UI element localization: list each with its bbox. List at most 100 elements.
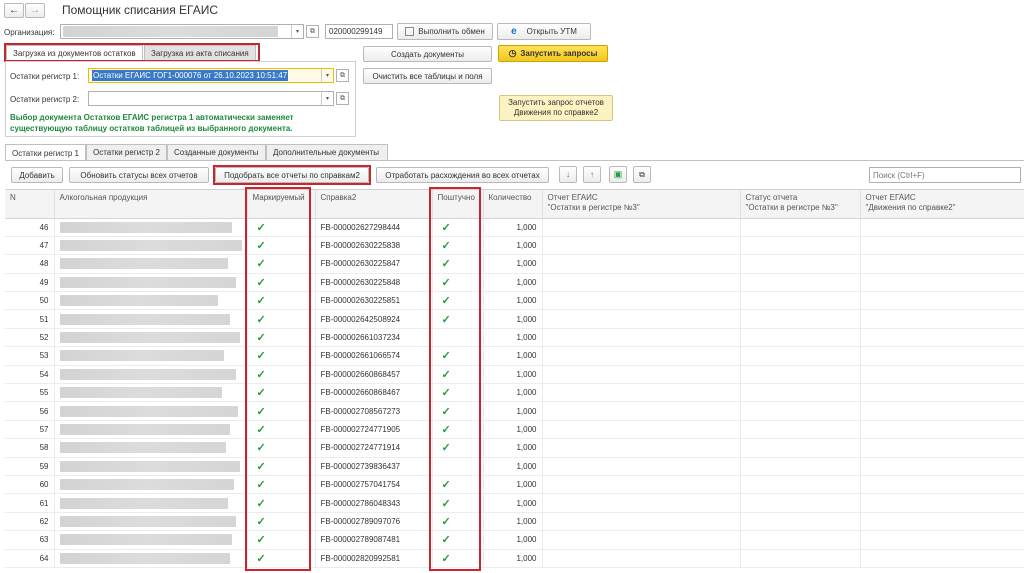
col-ref2[interactable]: Справка2 <box>315 190 433 219</box>
back-button[interactable]: ← <box>4 3 24 18</box>
col-marked[interactable]: Маркируемый <box>247 190 316 219</box>
table-row[interactable]: 60 ✓ FB-000002757041754 ✓ 1,000 <box>5 475 1024 495</box>
sort-asc-button[interactable]: ↓ <box>559 166 577 183</box>
update-statuses-button[interactable]: Обновить статусы всех отчетов <box>69 167 209 183</box>
cell-ref2: FB-000002820992581 <box>315 549 433 568</box>
col-n[interactable]: N <box>5 190 55 219</box>
cell-ref2: FB-000002630225838 <box>315 236 433 256</box>
add-button[interactable]: Добавить <box>11 167 63 183</box>
cell-marked: ✓ <box>247 309 316 329</box>
cell-product <box>54 438 248 458</box>
remainders-table: N Алкогольная продукция Маркируемый Спра… <box>5 190 1024 568</box>
cell-report1 <box>542 549 741 568</box>
cell-n: 59 <box>5 457 55 476</box>
open-icon: ⧉ <box>340 71 345 79</box>
check-icon: ✓ <box>256 460 266 473</box>
cell-piece: ✓ <box>432 438 484 458</box>
table-row[interactable]: 54 ✓ FB-000002660868457 ✓ 1,000 <box>5 365 1024 385</box>
product-redacted <box>59 552 230 564</box>
chevron-down-icon[interactable]: ▾ <box>321 69 333 82</box>
create-documents-button[interactable]: Создать документы <box>363 46 492 62</box>
chevron-down-icon[interactable]: ▾ <box>321 92 333 105</box>
pick-reports-button[interactable]: Подобрать все отчеты по справкам2 <box>215 167 369 183</box>
table-row[interactable]: 63 ✓ FB-000002789087481 ✓ 1,000 <box>5 530 1024 550</box>
cell-report2 <box>860 254 1024 274</box>
col-qty[interactable]: Количество <box>483 190 543 219</box>
open-utm-button[interactable]: e Открыть УТМ <box>497 23 591 40</box>
run-queries-button[interactable]: ◷ Запустить запросы <box>498 45 608 62</box>
table-row[interactable]: 55 ✓ FB-000002660868467 ✓ 1,000 <box>5 383 1024 403</box>
cell-qty: 1,000 <box>483 457 543 476</box>
tab-register2[interactable]: Остатки регистр 2 <box>86 144 167 160</box>
cell-n: 51 <box>5 309 55 329</box>
table-row[interactable]: 57 ✓ FB-000002724771905 ✓ 1,000 <box>5 420 1024 440</box>
cell-ref2: FB-000002786048343 <box>315 493 433 513</box>
cell-n: 52 <box>5 328 55 348</box>
table-row[interactable]: 48 ✓ FB-000002630225847 ✓ 1,000 <box>5 254 1024 274</box>
chevron-down-icon[interactable]: ▾ <box>291 25 303 38</box>
refresh-button[interactable]: ▣ <box>609 166 627 183</box>
search-input[interactable] <box>869 167 1021 183</box>
tab-load-from-writeoff[interactable]: Загрузка из акта списания <box>144 45 256 60</box>
forward-button[interactable]: → <box>25 3 45 18</box>
clear-all-button[interactable]: Очистить все таблицы и поля <box>363 68 492 84</box>
tab-register1[interactable]: Остатки регистр 1 <box>5 144 86 161</box>
check-icon: ✓ <box>441 405 451 418</box>
check-icon: ✓ <box>256 479 266 492</box>
tab-load-from-remainders[interactable]: Загрузка из документов остатков <box>6 45 143 60</box>
table-row[interactable]: 46 ✓ FB-000002627298444 ✓ 1,000 <box>5 218 1024 237</box>
copy-button[interactable]: ⧉ <box>633 166 651 183</box>
table-row[interactable]: 64 ✓ FB-000002820992581 ✓ 1,000 <box>5 549 1024 568</box>
cell-qty: 1,000 <box>483 493 543 513</box>
col-report1[interactable]: Отчет ЕГАИС "Остатки в регистре №3" <box>542 190 741 219</box>
cell-status <box>740 309 861 329</box>
product-redacted <box>59 276 236 288</box>
cell-marked: ✓ <box>247 218 316 237</box>
run-report-queries-button[interactable]: Запустить запрос отчетов Движения по спр… <box>499 95 613 121</box>
cell-qty: 1,000 <box>483 365 543 385</box>
cell-report1 <box>542 420 741 440</box>
col-status[interactable]: Статус отчета "Остатки в регистре №3" <box>740 190 861 219</box>
col-report2[interactable]: Отчет ЕГАИС "Движения по справке2" <box>860 190 1024 219</box>
cell-piece: ✓ <box>432 346 484 366</box>
org-field[interactable]: ▾ <box>60 24 304 39</box>
table-row[interactable]: 49 ✓ FB-000002630225848 ✓ 1,000 <box>5 273 1024 293</box>
check-icon: ✓ <box>256 552 266 565</box>
table-row[interactable]: 53 ✓ FB-000002661066574 ✓ 1,000 <box>5 346 1024 366</box>
cell-marked: ✓ <box>247 401 316 421</box>
org-code-field[interactable]: 020000299149 <box>325 24 393 39</box>
table-row[interactable]: 51 ✓ FB-000002642508924 ✓ 1,000 <box>5 309 1024 329</box>
table-row[interactable]: 52 ✓ FB-000002661037234 1,000 <box>5 328 1024 348</box>
refresh-icon: ▣ <box>613 169 623 179</box>
process-diff-button[interactable]: Отработать расхождения во всех отчетах <box>376 167 549 183</box>
open-org-button[interactable]: ⧉ <box>306 25 319 38</box>
tab-created-documents[interactable]: Созданные документы <box>167 144 266 160</box>
register1-value: Остатки ЕГАИС ГОГ1-000076 от 26.10.2023 … <box>92 70 289 81</box>
cell-n: 60 <box>5 475 55 495</box>
register2-field[interactable]: ▾ <box>88 91 334 106</box>
sort-desc-button[interactable]: ↑ <box>583 166 601 183</box>
open-register1-button[interactable]: ⧉ <box>336 69 349 82</box>
table-row[interactable]: 59 ✓ FB-000002739836437 1,000 <box>5 457 1024 476</box>
cell-qty: 1,000 <box>483 346 543 366</box>
table-row[interactable]: 50 ✓ FB-000002630225851 ✓ 1,000 <box>5 291 1024 311</box>
tab-additional-documents[interactable]: Дополнительные документы <box>266 144 388 160</box>
open-register2-button[interactable]: ⧉ <box>336 92 349 105</box>
table-row[interactable]: 56 ✓ FB-000002708567273 ✓ 1,000 <box>5 401 1024 421</box>
table-row[interactable]: 47 ✓ FB-000002630225838 ✓ 1,000 <box>5 236 1024 256</box>
cell-product <box>54 493 248 513</box>
cell-qty: 1,000 <box>483 218 543 237</box>
register1-field[interactable]: Остатки ЕГАИС ГОГ1-000076 от 26.10.2023 … <box>88 68 334 83</box>
table-row[interactable]: 58 ✓ FB-000002724771914 ✓ 1,000 <box>5 438 1024 458</box>
col-product[interactable]: Алкогольная продукция <box>54 190 248 219</box>
col-piece[interactable]: Поштучно <box>432 190 484 219</box>
table-row[interactable]: 62 ✓ FB-000002789097076 ✓ 1,000 <box>5 512 1024 532</box>
clock-icon: ◷ <box>508 48 517 58</box>
table-row[interactable]: 61 ✓ FB-000002786048343 ✓ 1,000 <box>5 493 1024 513</box>
hint-text: Выбор документа Остатков ЕГАИС регистра … <box>10 113 294 133</box>
cell-n: 48 <box>5 254 55 274</box>
cell-ref2: FB-000002739836437 <box>315 457 433 476</box>
cell-n: 53 <box>5 346 55 366</box>
exchange-button[interactable]: Выполнить обмен <box>397 23 493 40</box>
check-icon: ✓ <box>441 423 451 436</box>
